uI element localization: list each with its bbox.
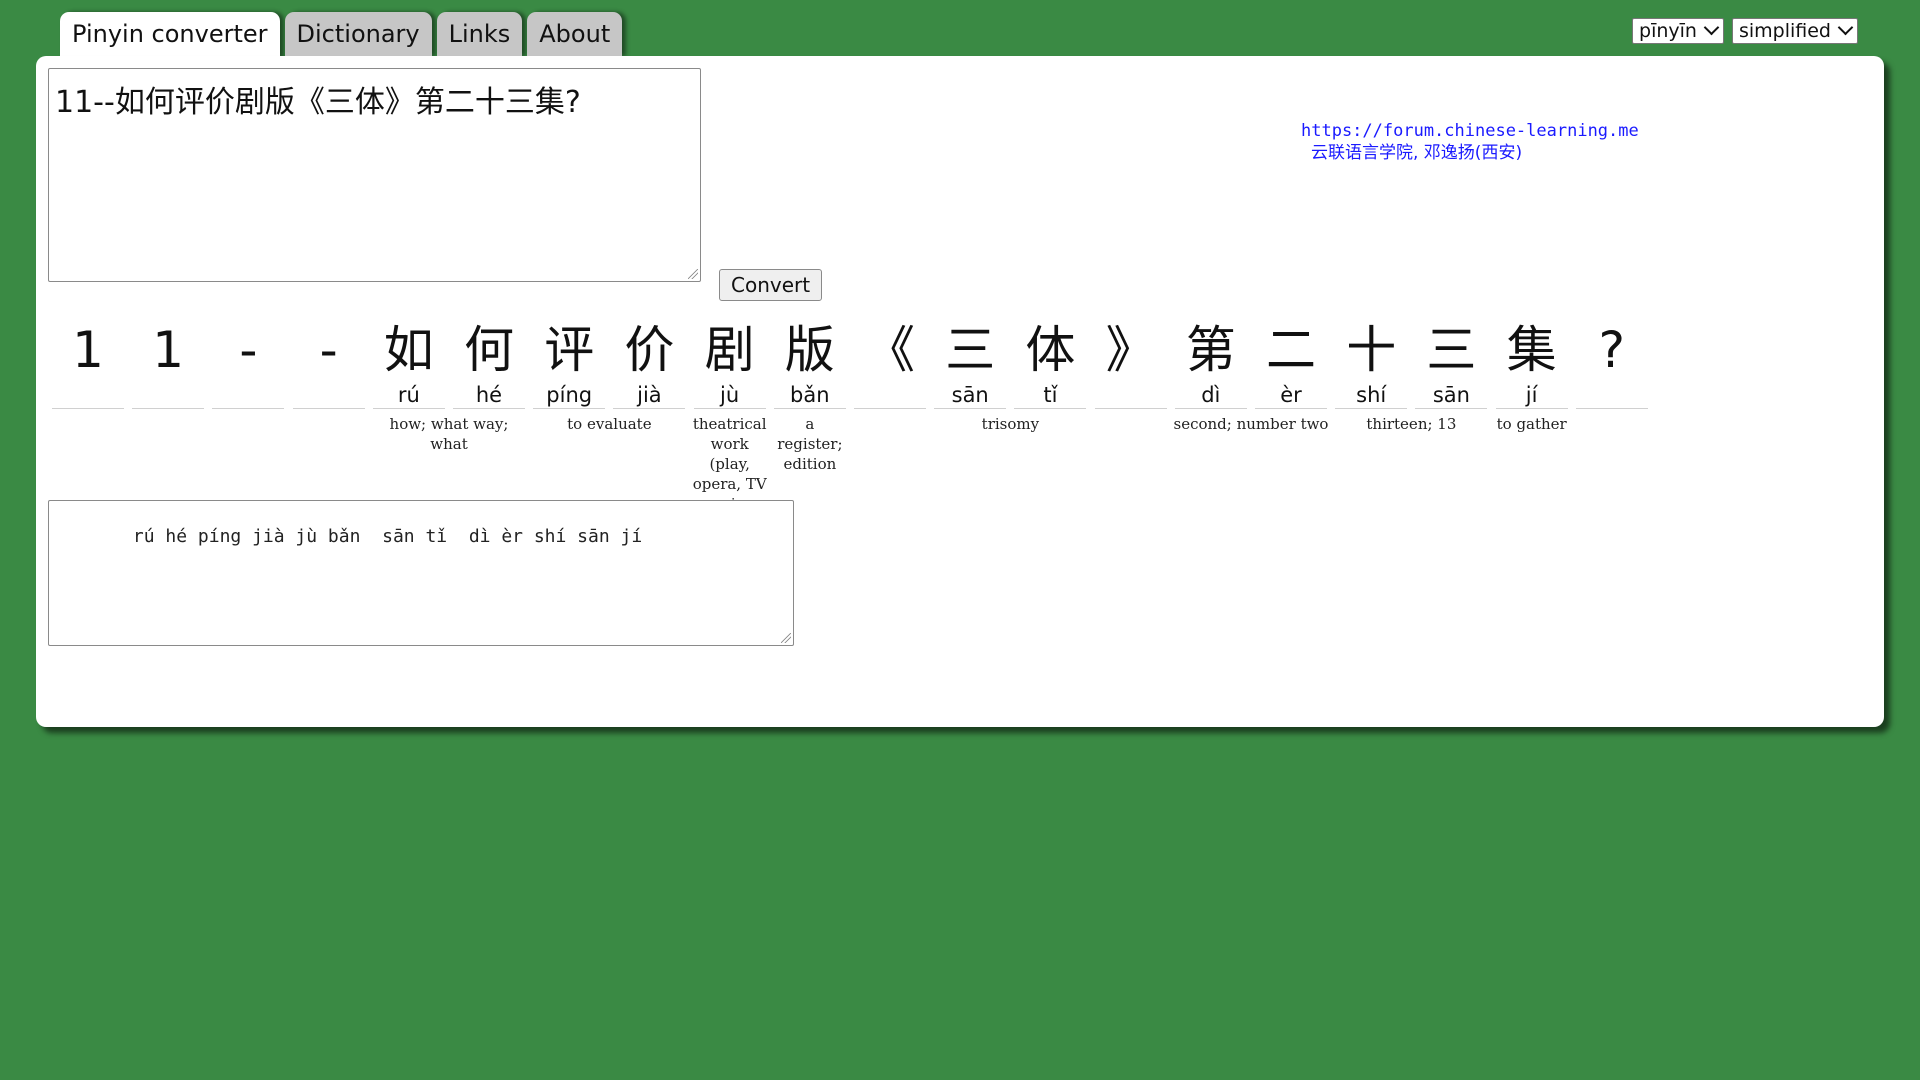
definition-text: how; what way; what <box>389 415 509 453</box>
char-cell[interactable]: 十 shí <box>1335 318 1408 409</box>
convert-button[interactable]: Convert <box>719 269 823 301</box>
pinyin-reading: jí <box>1495 382 1568 409</box>
hanzi-char: 二 <box>1266 321 1316 379</box>
hanzi-char: 价 <box>624 321 675 379</box>
pinyin-reading: sān <box>1415 382 1488 409</box>
pinyin-reading <box>52 382 124 409</box>
hanzi-char: 《 <box>865 321 915 379</box>
char-cell[interactable]: 版 bǎn <box>773 318 846 409</box>
chinese-input-text: 11--如何评价剧版《三体》第二十三集? <box>55 85 581 120</box>
pinyin-reading: tǐ <box>1014 382 1087 409</box>
char-cell[interactable]: 三 sān <box>1415 318 1488 409</box>
hanzi-char: 1 <box>152 321 185 379</box>
char-cell[interactable]: - <box>212 318 285 409</box>
char-cell[interactable]: - <box>292 318 365 409</box>
char-cell[interactable]: 》 <box>1094 318 1167 409</box>
definition-text: trisomy <box>981 415 1040 433</box>
hanzi-char: 三 <box>1426 321 1477 379</box>
hanzi-char: - <box>319 321 338 379</box>
char-cell[interactable]: 评 píng <box>533 318 606 409</box>
tab-bar: Pinyin converter Dictionary Links About <box>60 12 623 58</box>
pinyin-reading <box>1575 382 1648 409</box>
hanzi-char: 版 <box>784 321 835 379</box>
hanzi-char: 1 <box>72 321 104 379</box>
pinyin-reading <box>132 382 205 409</box>
hanzi-char: 》 <box>1105 321 1156 379</box>
hanzi-char: - <box>239 321 258 379</box>
definition-text: to evaluate <box>567 415 652 433</box>
credit-org: 云联语言学院, 邓逸扬(西安) <box>1311 143 1523 163</box>
definition-text: thirteen; 13 <box>1366 415 1457 433</box>
char-cell[interactable]: 集 jí <box>1495 318 1568 409</box>
forum-link[interactable]: https://forum.chinese-learning.me <box>1301 120 1639 142</box>
pinyin-reading: shí <box>1335 382 1408 409</box>
pinyin-reading: èr <box>1255 382 1327 409</box>
chevron-down-icon <box>1837 19 1854 36</box>
tab-links[interactable]: Links <box>436 12 523 56</box>
tab-about[interactable]: About <box>527 12 623 56</box>
hanzi-char: ? <box>1598 321 1626 379</box>
pinyin-output-textarea[interactable]: rú hé píng jià jù bǎn sān tǐ dì èr shí s… <box>48 500 794 646</box>
pinyin-reading: dì <box>1174 382 1247 409</box>
char-cell[interactable]: 剧 jù <box>693 318 766 409</box>
hanzi-char: 十 <box>1346 321 1397 379</box>
hanzi-char: 三 <box>945 321 996 379</box>
char-cell[interactable]: 价 jià <box>613 318 686 409</box>
char-cell[interactable]: 1 <box>52 318 124 409</box>
pinyin-reading: bǎn <box>773 382 846 409</box>
hanzi-char: 何 <box>464 321 514 379</box>
pinyin-reading <box>854 382 926 409</box>
script-select[interactable]: simplified <box>1731 18 1858 44</box>
script-select-value: simplified <box>1738 20 1831 42</box>
hanzi-char: 第 <box>1185 321 1236 379</box>
hanzi-char: 如 <box>383 321 434 379</box>
resize-handle-icon[interactable] <box>688 269 698 279</box>
hanzi-char: 评 <box>544 321 595 379</box>
pinyin-reading: jù <box>693 382 766 409</box>
pinyin-output-text: rú hé píng jià jù bǎn sān tǐ dì èr shí s… <box>100 526 643 547</box>
resize-handle-icon[interactable] <box>781 633 791 643</box>
chevron-down-icon <box>1703 19 1720 36</box>
pinyin-reading <box>1094 382 1167 409</box>
romanization-select-value: pīnyīn <box>1639 20 1697 42</box>
pinyin-reading: píng <box>533 382 606 409</box>
pinyin-reading: hé <box>453 382 525 409</box>
pinyin-reading <box>292 382 365 409</box>
char-cell[interactable]: 第 dì <box>1174 318 1247 409</box>
char-cell[interactable]: 何 hé <box>453 318 525 409</box>
credit-block: https://forum.chinese-learning.me 云联语言学院… <box>1301 120 1639 164</box>
pinyin-reading <box>212 382 285 409</box>
definition-text: second; number two <box>1173 415 1329 433</box>
char-cell[interactable]: 1 <box>132 318 205 409</box>
definition-text: a register; edition <box>777 415 843 473</box>
hanzi-char: 剧 <box>704 321 755 379</box>
hanzi-char: 集 <box>1506 321 1557 379</box>
char-cell[interactable]: 《 <box>854 318 926 409</box>
char-cell[interactable]: 三 sān <box>934 318 1007 409</box>
definition-text: to gather <box>1496 415 1567 433</box>
pinyin-reading: jià <box>613 382 686 409</box>
char-cell[interactable]: 二 èr <box>1255 318 1327 409</box>
char-cell[interactable]: 如 rú <box>372 318 445 409</box>
tab-pinyin-converter[interactable]: Pinyin converter <box>60 12 280 58</box>
main-panel: 11--如何评价剧版《三体》第二十三集? Convert https://for… <box>36 56 1884 727</box>
chinese-input-textarea[interactable]: 11--如何评价剧版《三体》第二十三集? <box>48 68 701 282</box>
romanization-select[interactable]: pīnyīn <box>1632 18 1724 44</box>
hanzi-char: 体 <box>1025 321 1076 379</box>
char-cell[interactable]: ? <box>1575 318 1648 409</box>
pinyin-reading: rú <box>372 382 445 409</box>
settings-selects: pīnyīn simplified <box>1632 18 1858 44</box>
pinyin-reading: sān <box>934 382 1007 409</box>
tab-dictionary[interactable]: Dictionary <box>284 12 432 56</box>
char-cell[interactable]: 体 tǐ <box>1014 318 1087 409</box>
